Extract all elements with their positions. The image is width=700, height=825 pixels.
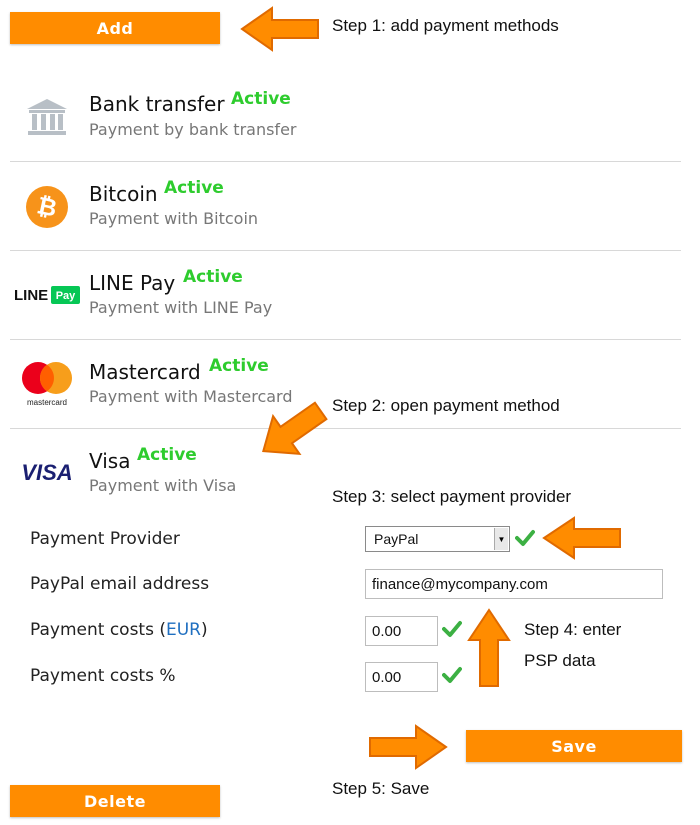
- bitcoin-icon: ₿: [14, 182, 80, 232]
- payment-method-title: Visa: [89, 449, 131, 473]
- payment-provider-label: Payment Provider: [30, 529, 180, 549]
- chevron-down-icon: ▼: [494, 528, 508, 550]
- paypal-email-label: PayPal email address: [30, 574, 210, 594]
- payment-method-bitcoin[interactable]: ₿ Bitcoin Active Payment with Bitcoin: [10, 162, 681, 251]
- status-badge: Active: [231, 89, 291, 109]
- step2-arrow: [262, 401, 328, 456]
- step5-arrow: [369, 724, 448, 770]
- step3-arrow: [542, 516, 621, 560]
- payment-method-description: Payment with Visa: [89, 476, 237, 495]
- step3-label: Step 3: select payment provider: [332, 487, 572, 506]
- payment-costs-label-suffix: ): [201, 620, 208, 640]
- add-button[interactable]: Add: [10, 12, 220, 44]
- svg-text:Pay: Pay: [56, 290, 76, 302]
- payment-provider-value: PayPal: [374, 531, 419, 547]
- line-pay-logo: LINE Pay: [14, 270, 80, 320]
- payment-method-bank-transfer[interactable]: Bank transfer Active Payment by bank tra…: [10, 72, 681, 162]
- payment-method-description: Payment with LINE Pay: [89, 298, 273, 317]
- delete-button[interactable]: Delete: [10, 785, 220, 817]
- step1-label: Step 1: add payment methods: [332, 16, 559, 35]
- step4-arrow: [467, 608, 511, 687]
- payment-costs-input[interactable]: 0.00: [365, 616, 438, 646]
- status-badge: Active: [164, 178, 224, 198]
- svg-text:VISA: VISA: [21, 460, 72, 484]
- payment-method-title: Bank transfer: [89, 92, 225, 116]
- payment-method-title: LINE Pay: [89, 271, 176, 295]
- svg-text:LINE: LINE: [14, 287, 48, 304]
- payment-costs-percent-input[interactable]: 0.00: [365, 662, 438, 692]
- step2-label: Step 2: open payment method: [332, 396, 560, 415]
- costs-valid-check-icon: [442, 621, 462, 637]
- payment-costs-label-prefix: Payment costs (: [30, 620, 166, 640]
- payment-method-title: Mastercard: [89, 360, 201, 384]
- step4-label-line2: PSP data: [524, 651, 596, 670]
- payment-method-description: Payment by bank transfer: [89, 120, 297, 139]
- payment-method-line-pay[interactable]: LINE Pay LINE Pay Active Payment with LI…: [10, 251, 681, 340]
- step1-arrow: [240, 6, 319, 52]
- status-badge: Active: [137, 445, 197, 465]
- paypal-email-value: finance@mycompany.com: [372, 575, 548, 593]
- payment-costs-percent-value: 0.00: [372, 668, 402, 686]
- payment-method-description: Payment with Bitcoin: [89, 209, 259, 228]
- currency-link[interactable]: EUR: [166, 620, 201, 640]
- payment-method-title: Bitcoin: [89, 182, 158, 206]
- step5-label: Step 5: Save: [332, 779, 430, 798]
- svg-text:mastercard: mastercard: [27, 398, 67, 407]
- provider-valid-check-icon: [515, 530, 535, 546]
- step4-label-line1: Step 4: enter: [524, 620, 622, 639]
- payment-costs-value: 0.00: [372, 622, 402, 640]
- payment-costs-percent-label: Payment costs %: [30, 666, 176, 686]
- visa-logo: VISA: [14, 447, 80, 497]
- payment-costs-label: Payment costs (EUR): [30, 620, 208, 640]
- payment-provider-select[interactable]: PayPal ▼: [365, 526, 510, 552]
- paypal-email-input[interactable]: finance@mycompany.com: [365, 569, 663, 599]
- mastercard-logo: mastercard: [14, 358, 80, 408]
- status-badge: Active: [209, 356, 269, 376]
- bank-icon: [14, 92, 80, 142]
- costs-percent-valid-check-icon: [442, 667, 462, 683]
- save-button[interactable]: Save: [466, 730, 682, 762]
- status-badge: Active: [183, 267, 243, 287]
